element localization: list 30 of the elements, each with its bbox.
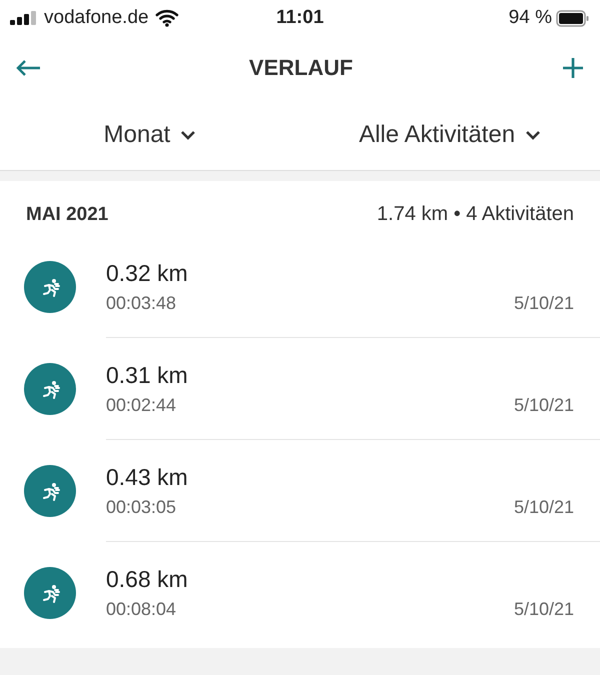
carrier-name: vodafone.de <box>44 7 149 29</box>
activity-duration: 00:03:05 <box>106 496 176 518</box>
section-summary: 1.74 km • 4 Aktivitäten <box>376 203 574 226</box>
running-icon <box>24 363 76 415</box>
activity-date: 5/10/21 <box>514 496 574 518</box>
back-button[interactable] <box>14 58 42 78</box>
battery-icon <box>556 10 590 26</box>
wifi-icon <box>154 9 179 27</box>
battery-percent: 94 % <box>508 7 552 29</box>
filter-dropdown[interactable]: Alle Aktivitäten <box>300 120 600 150</box>
running-icon <box>24 567 76 619</box>
activity-date: 5/10/21 <box>514 292 574 314</box>
activity-duration: 00:08:04 <box>106 599 176 620</box>
running-icon <box>24 261 76 313</box>
activity-distance: 0.68 km <box>106 566 189 593</box>
activity-distance: 0.31 km <box>106 362 189 388</box>
chevron-down-icon <box>180 130 196 140</box>
signal-icon <box>10 11 38 25</box>
chevron-down-icon <box>525 130 542 140</box>
running-icon <box>24 465 76 517</box>
filter-dropdown[interactable]: Monat <box>0 120 300 150</box>
activity-duration: 00:03:48 <box>106 292 176 314</box>
activity-distance: 0.43 km <box>106 464 189 490</box>
clock-time: 11:01 <box>276 7 324 28</box>
page-title: VERLAUF <box>249 55 353 81</box>
activity-date: 5/10/21 <box>514 394 574 416</box>
activity-duration: 00:02:44 <box>106 394 176 416</box>
section-title: MAI 2021 <box>26 204 108 226</box>
activity-distance: 0.32 km <box>106 260 189 286</box>
activity-date: 5/10/21 <box>514 599 574 620</box>
